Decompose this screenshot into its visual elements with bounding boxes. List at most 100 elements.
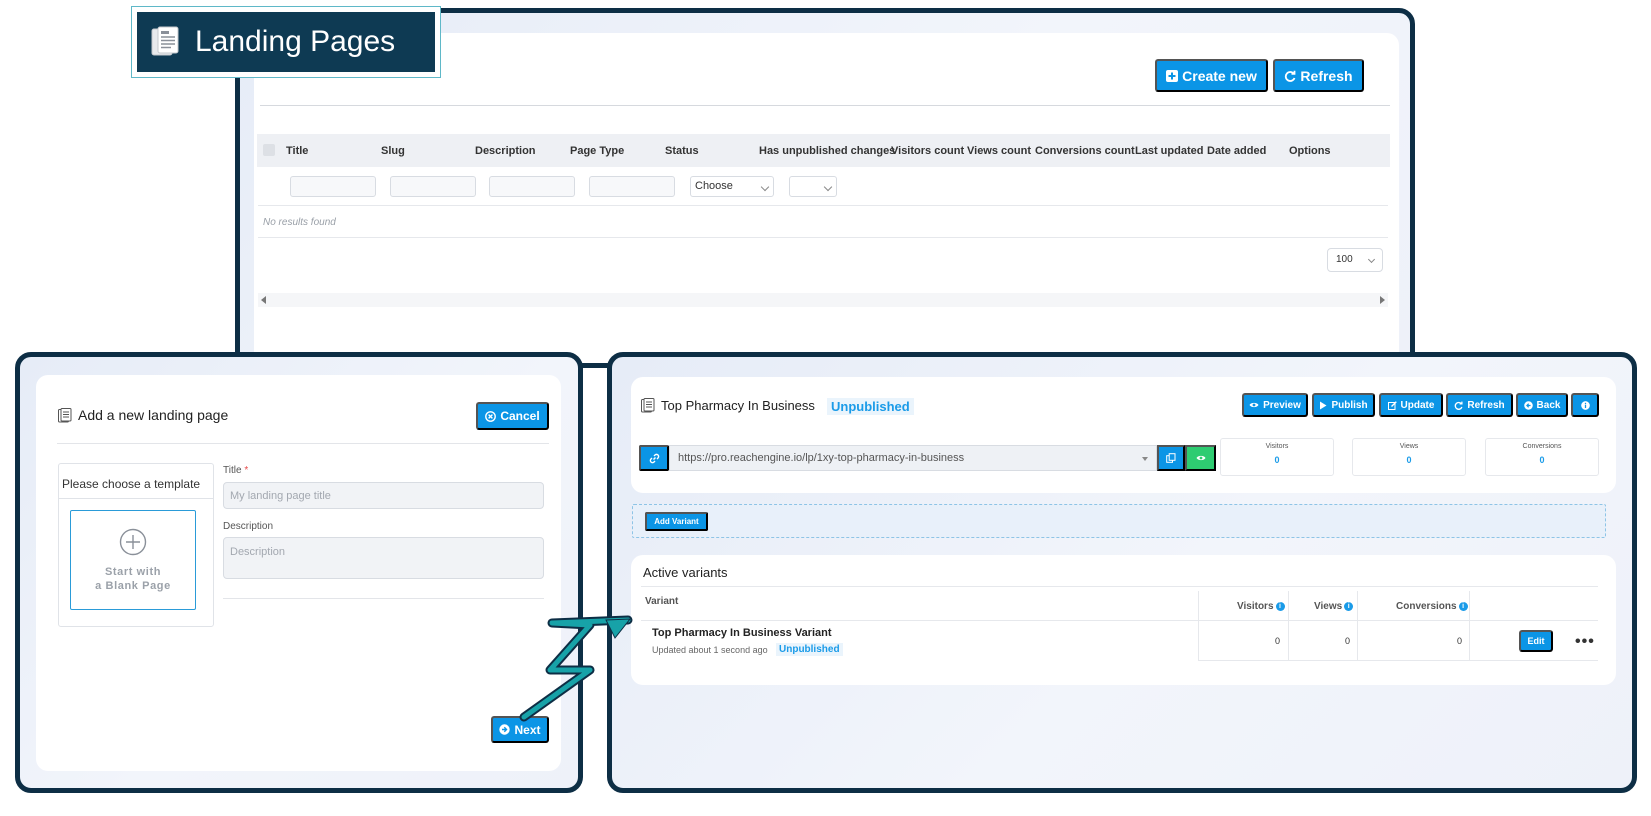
play-icon [1320, 401, 1327, 409]
blank-page-line1: Start with [104, 566, 162, 578]
caret-down-icon [1142, 457, 1148, 461]
edit-icon [1387, 400, 1397, 410]
create-new-label: Create new [1182, 67, 1257, 84]
view-url-button[interactable] [1185, 445, 1216, 471]
col-has-unpublished[interactable]: Has unpublished changes [759, 145, 895, 157]
eye-icon [1196, 455, 1205, 461]
views-stat-label: Views [1399, 443, 1419, 450]
blank-page-line2: a Blank Page [95, 580, 171, 592]
page-url-select[interactable]: https://pro.reachengine.io/lp/1xy-top-ph… [669, 445, 1157, 471]
column-divider [1198, 591, 1199, 661]
description-filter-input[interactable] [489, 176, 575, 197]
document-icon [151, 26, 179, 56]
status-badge: Unpublished [827, 398, 914, 415]
column-divider [1469, 591, 1470, 661]
description-placeholder: Description [230, 546, 286, 558]
copy-url-button[interactable] [1157, 445, 1185, 471]
variant-name: Top Pharmacy In Business Variant [652, 627, 832, 639]
link-button[interactable] [639, 445, 669, 471]
page-type-filter-input[interactable] [589, 176, 675, 197]
page-title: Landing Pages [195, 25, 396, 58]
preview-label: Preview [1263, 399, 1301, 411]
info-icon[interactable]: i [1458, 602, 1468, 611]
refresh-button[interactable]: Refresh [1446, 393, 1513, 417]
chevron-down-icon [823, 182, 833, 192]
column-divider [1357, 591, 1358, 661]
views-stat-value: 0 [1406, 455, 1412, 465]
per-page-select[interactable]: 100 [1327, 248, 1383, 272]
col-conversions-count[interactable]: Conversions count [1035, 145, 1135, 157]
scroll-right-arrow-icon[interactable] [1380, 296, 1385, 304]
arrow-right-circle-icon [499, 724, 511, 735]
col-slug[interactable]: Slug [381, 145, 405, 157]
variant-updated: Updated about 1 second ago [652, 645, 768, 655]
variant-views: 0 [1345, 636, 1351, 646]
next-button[interactable]: Next [491, 716, 549, 743]
refresh-label: Refresh [1467, 399, 1505, 411]
info-button[interactable] [1571, 393, 1599, 417]
col-visitors: Visitors i [1237, 601, 1285, 612]
blank-page-template-card[interactable]: Start with a Blank Page [70, 510, 196, 610]
divider [641, 586, 1598, 587]
col-visitors-count[interactable]: Visitors count [891, 145, 964, 157]
status-filter-select[interactable]: Choose [690, 176, 774, 197]
col-views-count[interactable]: Views count [967, 145, 1031, 157]
col-page-type[interactable]: Page Type [570, 145, 624, 157]
description-field-label: Description [223, 521, 274, 532]
info-icon[interactable]: i [1344, 602, 1354, 611]
per-page-value: 100 [1336, 254, 1353, 265]
divider [641, 620, 1598, 621]
edit-variant-button[interactable]: Edit [1519, 630, 1553, 652]
page-url-text: https://pro.reachengine.io/lp/1xy-top-ph… [678, 452, 965, 464]
preview-button[interactable]: Preview [1242, 393, 1308, 417]
title-field-label: Title * [223, 465, 248, 476]
column-divider [1288, 591, 1289, 661]
title-filter-input[interactable] [290, 176, 376, 197]
col-title[interactable]: Title [286, 145, 308, 157]
col-last-updated[interactable]: Last updated [1135, 145, 1203, 157]
col-visitors-label: Visitors [1237, 601, 1274, 612]
col-views-label: Views [1314, 601, 1343, 612]
page-title-badge: Landing Pages [131, 6, 441, 78]
document-icon [641, 398, 655, 413]
refresh-button[interactable]: Refresh [1273, 59, 1364, 92]
visitors-stat-label: Visitors [1265, 443, 1289, 450]
page-title-banner: Landing Pages [137, 12, 435, 72]
add-variant-bar [632, 504, 1606, 538]
variant-visitors: 0 [1275, 636, 1281, 646]
slug-filter-input[interactable] [390, 176, 476, 197]
conversions-stat-label: Conversions [1522, 443, 1562, 450]
cancel-button[interactable]: Cancel [476, 402, 549, 430]
col-date-added[interactable]: Date added [1207, 145, 1266, 157]
add-variant-button[interactable]: Add Variant [645, 512, 708, 531]
editor-title-text: Top Pharmacy In Business [661, 398, 815, 413]
divider [58, 498, 214, 499]
publish-button[interactable]: Publish [1312, 393, 1375, 417]
col-status[interactable]: Status [665, 145, 699, 157]
editor-title: Top Pharmacy In Business [641, 398, 815, 413]
col-variant-label: Variant [645, 596, 679, 607]
col-options: Options [1289, 145, 1331, 157]
template-prompt: Please choose a template [62, 477, 201, 491]
visitors-stat: Visitors 0 [1220, 438, 1334, 476]
back-button[interactable]: Back [1516, 393, 1568, 417]
horizontal-scrollbar[interactable] [258, 293, 1388, 307]
info-icon[interactable]: i [1275, 602, 1285, 611]
title-label-text: Title [223, 465, 242, 476]
col-views: Views i [1314, 601, 1354, 612]
eye-icon [1249, 402, 1259, 408]
title-input[interactable]: My landing page title [223, 482, 544, 509]
more-options-icon[interactable]: ••• [1575, 634, 1595, 650]
document-icon [58, 407, 72, 422]
select-all-checkbox[interactable] [263, 144, 275, 156]
unpublished-filter-select[interactable] [789, 176, 837, 197]
divider [1198, 660, 1598, 661]
update-button[interactable]: Update [1379, 393, 1443, 417]
scroll-left-arrow-icon[interactable] [261, 296, 266, 304]
info-icon [1580, 400, 1590, 410]
divider [57, 443, 549, 444]
arrow-left-circle-icon [1523, 400, 1533, 410]
col-description[interactable]: Description [475, 145, 536, 157]
description-textarea[interactable]: Description [223, 537, 544, 579]
create-new-button[interactable]: Create new [1155, 59, 1268, 92]
